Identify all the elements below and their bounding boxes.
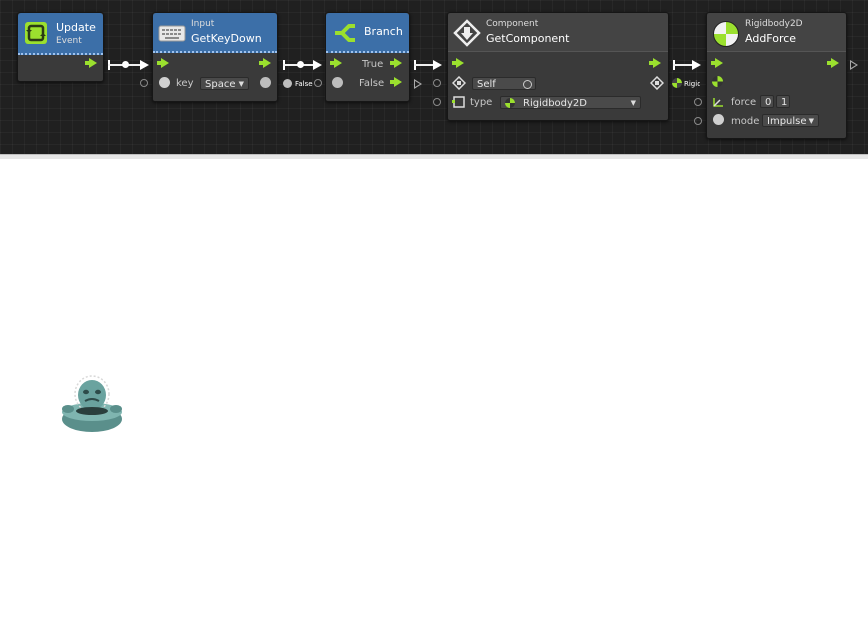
gameobject-icon bbox=[451, 75, 467, 91]
flow-input-port[interactable] bbox=[157, 58, 169, 68]
value-connection-end bbox=[314, 79, 322, 87]
value-input-port[interactable] bbox=[433, 98, 441, 106]
value-connection-label: False bbox=[295, 80, 313, 88]
value-input-port[interactable] bbox=[433, 79, 441, 87]
loop-icon bbox=[25, 22, 47, 44]
graph-panel-edge bbox=[0, 154, 868, 159]
component-icon bbox=[453, 19, 481, 47]
value-connection-label: Rigidbody2D bbox=[684, 80, 700, 88]
component-output-icon[interactable] bbox=[649, 75, 665, 91]
chevron-down-icon: ▼ bbox=[630, 99, 636, 107]
value-connection-start bbox=[283, 79, 292, 88]
mode-input-port[interactable] bbox=[713, 114, 724, 125]
keyboard-icon bbox=[158, 23, 186, 43]
flow-input-port[interactable] bbox=[452, 58, 464, 68]
chevron-down-icon: ▼ bbox=[808, 117, 814, 125]
node-category: Input bbox=[191, 19, 215, 29]
node-category: Component bbox=[486, 19, 539, 29]
update-event-node[interactable]: Update Event bbox=[17, 12, 104, 82]
node-header: Update Event bbox=[18, 13, 103, 55]
unconnected-flow-output[interactable] bbox=[850, 60, 858, 70]
branch-node[interactable]: Branch True False bbox=[325, 12, 410, 102]
getkeydown-node[interactable]: Input GetKeyDown key Space ▼ bbox=[152, 12, 278, 102]
value-input-port[interactable] bbox=[140, 79, 148, 87]
value-input-port[interactable] bbox=[694, 98, 702, 106]
rigidbody-target-icon[interactable] bbox=[712, 76, 723, 87]
true-output-port[interactable] bbox=[390, 58, 402, 68]
connection-dot bbox=[122, 61, 129, 68]
node-header: Component GetComponent bbox=[448, 13, 668, 52]
connection-arrow bbox=[313, 60, 322, 70]
force-y-field[interactable]: 1 bbox=[776, 95, 790, 108]
type-dropdown[interactable]: Rigidbody2D ▼ bbox=[500, 96, 641, 109]
node-title: AddForce bbox=[745, 32, 797, 45]
value-connection-start bbox=[672, 78, 682, 88]
type-value: Rigidbody2D bbox=[523, 98, 587, 109]
key-label: key bbox=[176, 78, 194, 89]
node-title: GetKeyDown bbox=[191, 32, 262, 45]
chevron-down-icon: ▼ bbox=[238, 80, 244, 88]
unconnected-flow-output[interactable] bbox=[414, 79, 422, 89]
flow-input-port[interactable] bbox=[330, 58, 342, 68]
node-category: Rigidbody2D bbox=[745, 19, 803, 29]
script-graph-canvas[interactable]: Update Event Input GetKeyDown key Space … bbox=[0, 0, 868, 154]
flow-output-port[interactable] bbox=[259, 58, 271, 68]
connection-arrow bbox=[692, 60, 701, 70]
false-output-port[interactable] bbox=[390, 77, 402, 87]
addforce-node[interactable]: Rigidbody2D AddForce force 0 1 mode Impu… bbox=[706, 12, 847, 139]
type-label: type bbox=[470, 97, 493, 108]
flow-input-port[interactable] bbox=[711, 58, 723, 68]
astronaut-sprite bbox=[60, 372, 124, 434]
node-header: Input GetKeyDown bbox=[153, 13, 277, 53]
flow-output-port[interactable] bbox=[649, 58, 661, 68]
connection-dot bbox=[297, 61, 304, 68]
node-header: Branch bbox=[326, 13, 409, 53]
false-label: False bbox=[359, 78, 385, 89]
node-header: Rigidbody2D AddForce bbox=[707, 13, 846, 52]
rigidbody-icon bbox=[713, 21, 739, 47]
rigidbody-small-icon bbox=[505, 98, 515, 108]
node-title: Update bbox=[56, 21, 96, 34]
connection-arrow bbox=[140, 60, 149, 70]
true-label: True bbox=[362, 59, 384, 70]
type-icon bbox=[452, 94, 466, 108]
mode-value: Impulse bbox=[767, 116, 807, 127]
force-x-field[interactable]: 0 bbox=[760, 95, 774, 108]
key-value: Space bbox=[205, 79, 236, 90]
bool-output-port[interactable] bbox=[260, 77, 271, 88]
vector-icon bbox=[712, 94, 724, 107]
getcomponent-node[interactable]: Component GetComponent Self type Rigidbo… bbox=[447, 12, 669, 121]
connection-arrow bbox=[433, 60, 442, 70]
flow-output-port[interactable] bbox=[85, 58, 97, 68]
flow-output-port[interactable] bbox=[827, 58, 839, 68]
mode-dropdown[interactable]: Impulse ▼ bbox=[762, 114, 819, 127]
target-field[interactable]: Self bbox=[472, 77, 536, 90]
key-dropdown[interactable]: Space ▼ bbox=[200, 77, 249, 90]
target-picker-icon[interactable] bbox=[523, 80, 532, 89]
node-subtitle: Event bbox=[56, 36, 82, 46]
node-title: GetComponent bbox=[486, 32, 570, 45]
target-value: Self bbox=[477, 79, 496, 90]
key-input-port[interactable] bbox=[159, 77, 170, 88]
branch-icon bbox=[333, 22, 357, 44]
mode-label: mode bbox=[731, 116, 760, 127]
node-title: Branch bbox=[364, 25, 403, 38]
value-input-port[interactable] bbox=[694, 117, 702, 125]
force-label: force bbox=[731, 97, 757, 108]
condition-input-port[interactable] bbox=[332, 77, 343, 88]
